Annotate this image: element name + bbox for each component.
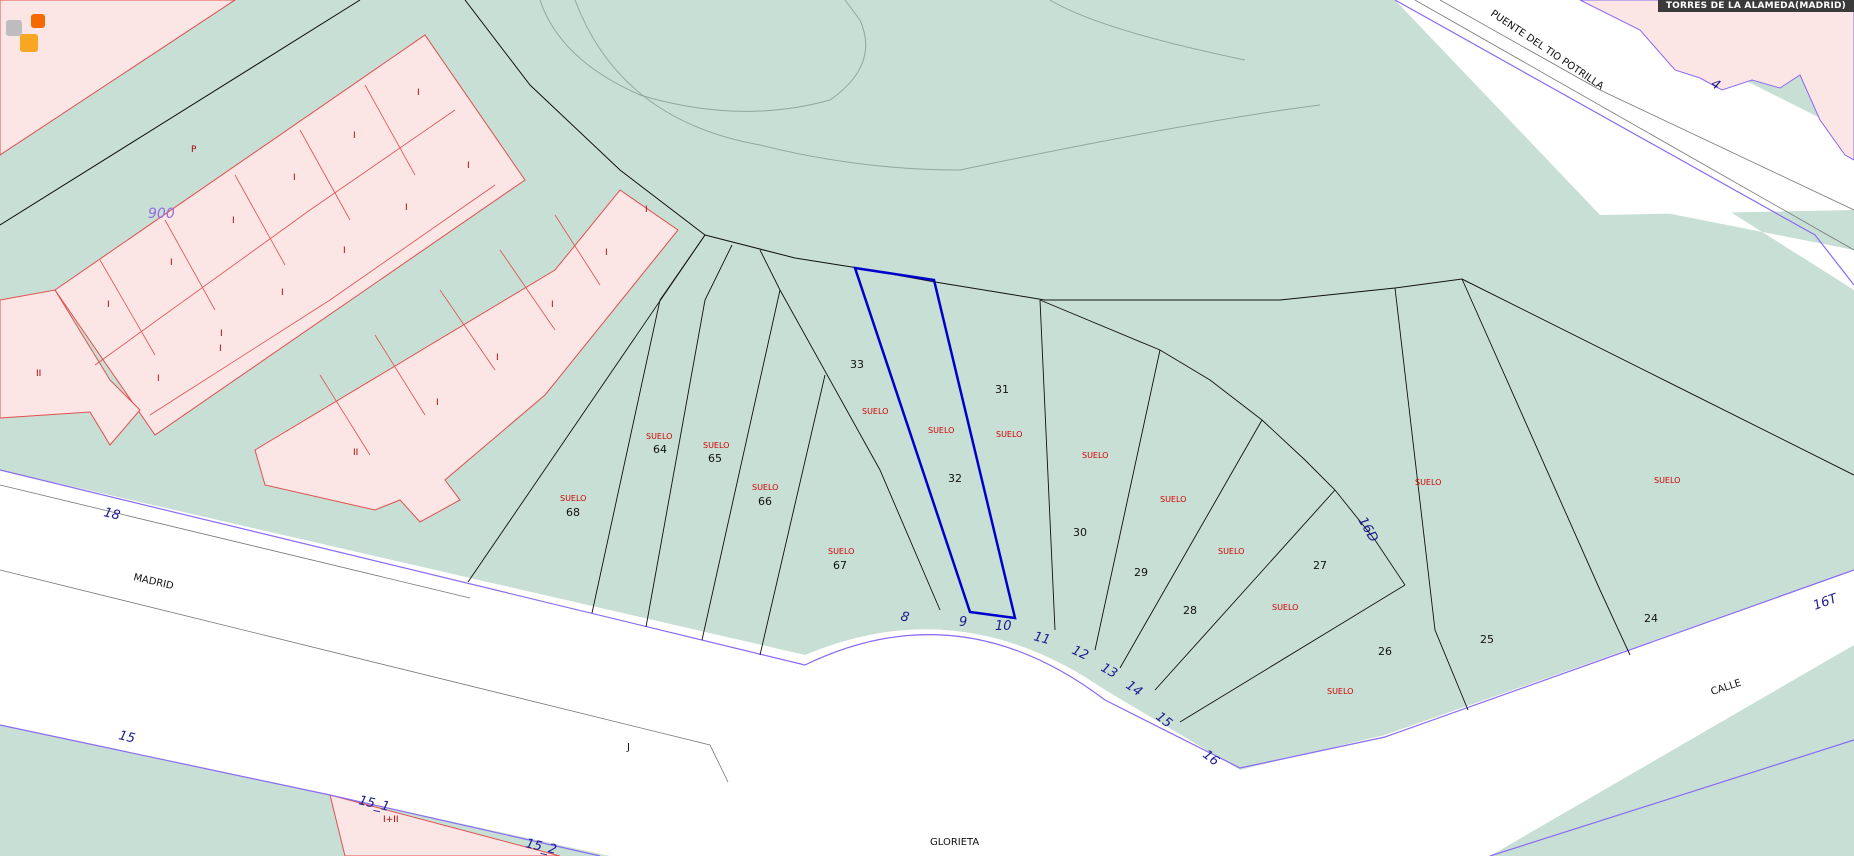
floor-i-6: I: [232, 216, 235, 226]
parcel-66-label: SUELO: [752, 483, 778, 492]
street-name-j: J: [626, 742, 630, 753]
parcel-33-label: SUELO: [862, 407, 888, 416]
floor-i-9: I: [281, 288, 284, 298]
floor-i-12: I: [645, 205, 648, 215]
parcel-64-number: 64: [653, 443, 667, 456]
portal-9: 9: [959, 615, 967, 630]
parcel-24-label: SUELO: [1654, 476, 1680, 485]
floor-i-15: I: [496, 353, 499, 363]
floor-i-16: I: [436, 398, 439, 408]
floor-i-2: I: [353, 131, 356, 141]
floor-i-1: I: [417, 88, 420, 98]
floor-ii-left: II: [36, 369, 41, 379]
parcel-27-label: SUELO: [1272, 603, 1298, 612]
floor-ii-right: II: [353, 448, 358, 458]
parcel-25-number: 25: [1480, 633, 1494, 646]
parcel-66-number: 66: [758, 495, 772, 508]
floor-i-4: I: [293, 173, 296, 183]
parcel-28-number: 28: [1183, 604, 1197, 617]
parcel-65-number: 65: [708, 452, 722, 465]
portal-10: 10: [995, 619, 1012, 634]
parcel-29-label: SUELO: [1160, 495, 1186, 504]
parcel-31-label: SUELO: [996, 430, 1022, 439]
floor-i-13: I: [605, 248, 608, 258]
parcel-30-label: SUELO: [1082, 451, 1108, 460]
parcel-26-label: SUELO: [1327, 687, 1353, 696]
floor-i-17: I: [157, 374, 160, 384]
street-name-glorieta: GLORIETA: [930, 837, 979, 848]
parcel-28-label: SUELO: [1218, 547, 1244, 556]
parcel-31-number: 31: [995, 383, 1009, 396]
floor-i-11: I: [220, 329, 223, 339]
catastro-logo-icon: [6, 14, 48, 56]
floor-p: P: [191, 145, 197, 155]
floor-i-10: I: [107, 300, 110, 310]
parcel-67-number: 67: [833, 559, 847, 572]
logo-square-yellow: [20, 34, 38, 52]
floor-i-7: I: [343, 246, 346, 256]
parcel-64-label: SUELO: [646, 432, 672, 441]
floor-i-14: I: [551, 300, 554, 310]
floor-i-3: I: [467, 161, 470, 171]
logo-square-orange: [31, 14, 45, 28]
logo-square-grey: [6, 20, 22, 36]
floor-i-5: I: [405, 203, 408, 213]
parcel-27-number: 27: [1313, 559, 1327, 572]
parcel-67-label: SUELO: [828, 547, 854, 556]
parcel-32-number: 32: [948, 472, 962, 485]
parcel-24-number: 24: [1644, 612, 1658, 625]
floor-i-plus-ii: I+II: [383, 815, 399, 825]
parcel-30-number: 30: [1073, 526, 1087, 539]
parcel-65-label: SUELO: [703, 441, 729, 450]
parcel-32-label: SUELO: [928, 426, 954, 435]
parcel-33-number: 33: [850, 358, 864, 371]
cadastral-map[interactable]: MADRID GLORIETA CALLE PUENTE DEL TIO POT…: [0, 0, 1854, 856]
floor-i-18: I: [219, 344, 222, 354]
parcel-29-number: 29: [1134, 566, 1148, 579]
parcel-68-label: SUELO: [560, 494, 586, 503]
floor-i-8: I: [170, 258, 173, 268]
parcel-26-number: 26: [1378, 645, 1392, 658]
parcel-68-number: 68: [566, 506, 580, 519]
parcel-25-label: SUELO: [1415, 478, 1441, 487]
location-badge: TORRES DE LA ALAMEDA(MADRID): [1657, 0, 1854, 12]
block-number: 900: [148, 206, 175, 222]
